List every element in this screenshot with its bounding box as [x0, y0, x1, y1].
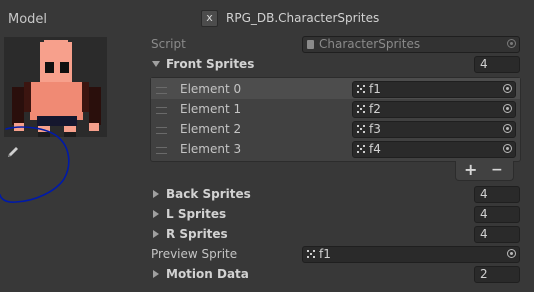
sprite-icon	[357, 145, 366, 154]
l-sprites-size-field[interactable]: 4	[474, 206, 520, 223]
object-picker-icon[interactable]	[503, 104, 512, 113]
inspector-title: RPG_DB.CharacterSprites	[226, 11, 380, 25]
front-sprites-label[interactable]: Front Sprites	[166, 57, 254, 72]
back-sprites-size-field[interactable]: 4	[474, 186, 520, 203]
element-sprite-field[interactable]: f4	[352, 141, 516, 158]
element-sprite-value: f1	[369, 82, 381, 96]
model-label: Model	[8, 12, 48, 27]
motion-data-size-field[interactable]: 2	[474, 266, 520, 283]
element-sprite-value: f4	[369, 142, 381, 156]
foldout-arrow-icon[interactable]	[153, 210, 159, 218]
object-picker-icon[interactable]	[507, 249, 516, 258]
drag-handle-icon[interactable]	[156, 107, 167, 114]
element-label: Element 3	[180, 142, 242, 156]
add-element-button[interactable]: +	[464, 161, 477, 179]
ink-circle-annotation	[0, 126, 70, 203]
motion-data-label[interactable]: Motion Data	[166, 267, 249, 282]
foldout-arrow-icon[interactable]	[152, 61, 160, 67]
preview-sprite-value: f1	[319, 247, 331, 261]
object-picker-icon[interactable]	[507, 39, 516, 48]
script-icon	[307, 40, 314, 49]
script-label: Script	[151, 37, 186, 51]
sprite-icon	[357, 105, 366, 114]
model-preview	[4, 37, 107, 137]
foldout-arrow-icon[interactable]	[153, 230, 159, 238]
element-label: Element 0	[180, 82, 242, 96]
r-sprites-label[interactable]: R Sprites	[166, 227, 228, 242]
preview-sprite-field[interactable]: f1	[302, 246, 520, 263]
script-field-value: CharacterSprites	[319, 37, 421, 51]
element-label: Element 1	[180, 102, 242, 116]
remove-element-button[interactable]: −	[491, 161, 503, 179]
element-sprite-field[interactable]: f1	[352, 81, 516, 98]
object-picker-icon[interactable]	[503, 84, 512, 93]
sprite-icon	[357, 125, 366, 134]
element-label: Element 2	[180, 122, 242, 136]
drag-handle-icon[interactable]	[156, 147, 167, 154]
front-sprites-size-field[interactable]: 4	[474, 56, 520, 73]
sprite-icon	[357, 85, 366, 94]
character-sprite-image	[12, 40, 101, 137]
element-sprite-value: f2	[369, 102, 381, 116]
object-picker-icon[interactable]	[503, 144, 512, 153]
l-sprites-label[interactable]: L Sprites	[166, 207, 226, 222]
close-icon[interactable]: x	[201, 10, 218, 27]
sprite-icon	[307, 250, 316, 259]
preview-sprite-label: Preview Sprite	[151, 247, 238, 261]
drag-handle-icon[interactable]	[156, 127, 167, 134]
list-footer: + −	[455, 161, 514, 181]
foldout-arrow-icon[interactable]	[153, 270, 159, 278]
element-sprite-field[interactable]: f3	[352, 121, 516, 138]
foldout-arrow-icon[interactable]	[153, 190, 159, 198]
r-sprites-size-field[interactable]: 4	[474, 226, 520, 243]
drag-handle-icon[interactable]	[156, 87, 167, 94]
element-sprite-field[interactable]: f2	[352, 101, 516, 118]
back-sprites-label[interactable]: Back Sprites	[166, 187, 251, 202]
element-sprite-value: f3	[369, 122, 381, 136]
object-picker-icon[interactable]	[503, 124, 512, 133]
script-field[interactable]: CharacterSprites	[302, 36, 520, 53]
